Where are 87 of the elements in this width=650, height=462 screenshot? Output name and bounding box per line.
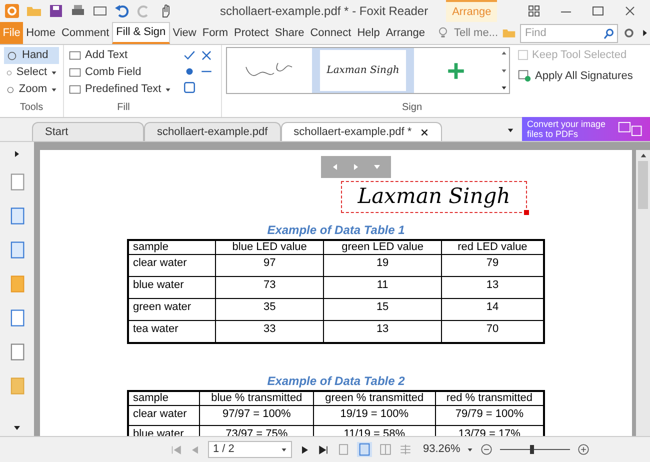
column-header: blue LED value: [215, 240, 324, 254]
column-header: red % transmitted: [435, 390, 544, 405]
scroll-down-icon[interactable]: [13, 424, 21, 432]
ribbon-tab[interactable]: Share: [272, 22, 308, 44]
ribbon-tab[interactable]: Arrange: [382, 22, 428, 44]
caret-icon: [281, 446, 287, 452]
table-cell: green water: [128, 298, 216, 320]
tell-me-field[interactable]: Tell me...: [454, 24, 498, 42]
table-cell: 35: [215, 298, 324, 320]
tool-button[interactable]: Hand: [4, 47, 59, 64]
table-title: Example of Data Table 2: [267, 372, 405, 390]
ribbon-tab[interactable]: Home: [23, 22, 58, 44]
text-field-icon: [69, 50, 81, 61]
plus-icon: [447, 62, 466, 80]
undo-icon[interactable]: [114, 3, 130, 19]
ribbon-tab[interactable]: View: [170, 22, 200, 44]
table-title: Example of Data Table 1: [267, 222, 405, 239]
ribbon-tab[interactable]: Help: [354, 22, 383, 44]
group-label: Sign: [402, 101, 424, 115]
table-cell: 19/19 = 100%: [313, 405, 436, 425]
table-cell: 11: [324, 276, 442, 298]
column-header: sample: [128, 390, 200, 405]
table-cell: 73: [215, 276, 324, 298]
search-icon: [603, 28, 615, 40]
tab-list-icon[interactable]: [507, 127, 514, 134]
caret-icon[interactable]: [467, 446, 474, 452]
group-label: Tools: [18, 101, 44, 115]
zoom-slider[interactable]: [500, 444, 570, 454]
checkmark-icon[interactable]: [183, 49, 196, 62]
cross-icon[interactable]: [200, 49, 213, 62]
caret-icon: [165, 86, 172, 92]
column-header: red LED value: [441, 240, 544, 254]
layout-icon[interactable]: [526, 3, 542, 19]
resize-handle[interactable]: [524, 210, 529, 215]
zoom-out-icon[interactable]: [480, 443, 494, 456]
table-cell: 15: [324, 298, 442, 320]
window-title: schollaert-example.pdf * - Foxit Reader: [220, 3, 428, 20]
pages-icon[interactable]: [8, 206, 26, 226]
table-cell: blue water: [128, 276, 216, 298]
scrollbar-thumb[interactable]: [638, 161, 648, 209]
group-label: Fill: [116, 101, 131, 115]
promo-banner[interactable]: Convert your image files to PDFs: [522, 117, 650, 141]
more-icon[interactable]: [500, 85, 507, 91]
search-field[interactable]: Find: [520, 24, 618, 42]
ribbon-tab[interactable]: Form: [199, 22, 232, 44]
table-cell: 97: [215, 254, 324, 276]
column-header: green LED value: [324, 240, 442, 254]
fill-tool-button[interactable]: Add Text: [69, 47, 128, 64]
scroll-up-icon[interactable]: [500, 50, 507, 56]
fill-tool-button[interactable]: Comb Field: [69, 64, 142, 81]
table-cell: clear water: [128, 405, 200, 425]
ribbon-tab[interactable]: Comment: [58, 22, 112, 44]
text-field-icon: [69, 84, 81, 95]
column-header: green % transmitted: [313, 390, 436, 405]
continuous-page-icon[interactable]: [357, 442, 372, 457]
caret-icon: [51, 86, 57, 92]
tool-button[interactable]: Zoom: [4, 81, 59, 98]
ribbon-tab[interactable]: Protect: [231, 22, 272, 44]
zoom-in-icon[interactable]: [577, 443, 590, 456]
last-page-icon[interactable]: [318, 444, 330, 456]
table-cell: clear water: [128, 254, 216, 276]
text-field-icon: [69, 67, 81, 78]
table-cell: 19: [324, 254, 442, 276]
table-cell: 97/97 = 100%: [200, 405, 314, 425]
fill-tool-button[interactable]: Predefined Text: [69, 81, 172, 98]
save-icon[interactable]: [48, 3, 64, 19]
caret-icon: [51, 70, 57, 76]
document-tab[interactable]: schollaert-example.pdf *: [280, 122, 442, 141]
column-header: sample: [128, 240, 216, 254]
tool-button[interactable]: Select: [4, 64, 59, 81]
context-tab-label: Arrange: [446, 0, 498, 22]
close-icon[interactable]: [420, 128, 429, 136]
signature-option[interactable]: Laxman Singh: [312, 48, 414, 93]
square-icon[interactable]: [183, 81, 196, 94]
expand-icon[interactable]: [13, 150, 21, 158]
column-header: blue % transmitted: [200, 390, 314, 405]
document-tab[interactable]: schollaert-example.pdf: [144, 122, 281, 141]
slider-thumb[interactable]: [530, 445, 534, 454]
page-number-field[interactable]: 1 / 2: [208, 441, 292, 458]
signature-check-icon: [518, 69, 531, 82]
ribbon-tab[interactable]: Fill & Sign: [112, 22, 170, 44]
signature-field[interactable]: Laxman Singh: [341, 181, 527, 213]
ribbon-tab[interactable]: Connect: [307, 22, 354, 44]
apply-all-signatures-button[interactable]: Apply All Signatures: [518, 68, 633, 84]
document-tab[interactable]: Start: [32, 122, 144, 141]
scroll-up-icon[interactable]: [640, 152, 646, 159]
zoom-level-field[interactable]: 93.26%: [423, 441, 460, 458]
